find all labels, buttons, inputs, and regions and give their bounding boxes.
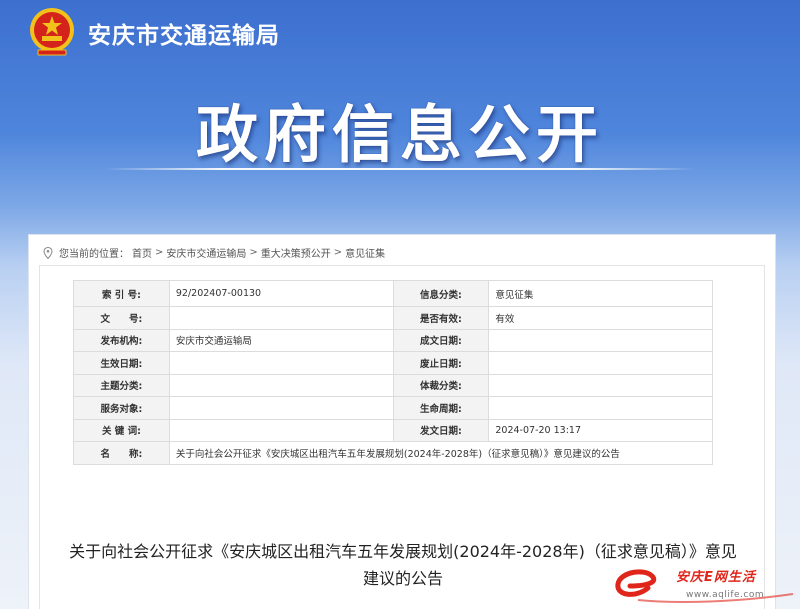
label-publisher: 发布机构:	[73, 328, 170, 352]
agency-name[interactable]: 安庆市交通运输局	[88, 16, 280, 50]
document-info-table: 索 引 号: 92/202407-00130 信息分类: 意见征集 文 号: 是…	[73, 280, 714, 465]
label-validity: 是否有效:	[392, 306, 490, 330]
label-doc-number: 文 号:	[73, 306, 170, 330]
label-topic-category: 主题分类:	[73, 373, 170, 397]
value-audience	[168, 396, 394, 420]
value-info-category: 意见征集	[488, 280, 713, 307]
value-validity: 有效	[488, 306, 713, 330]
label-info-category: 信息分类:	[392, 280, 490, 307]
watermark-text: 安庆E网生活	[676, 570, 756, 585]
value-doc-name: 关于向社会公开征求《安庆城区出租汽车五年发展规划(2024年-2028年)（征求…	[168, 441, 714, 465]
value-lifecycle	[488, 396, 713, 420]
table-row: 发布机构: 安庆市交通运输局 成文日期:	[73, 328, 713, 352]
breadcrumb-separator: >	[333, 247, 343, 258]
breadcrumb-item-agency[interactable]: 安庆市交通运输局	[166, 245, 246, 260]
breadcrumb: 您当前的位置： 首页 > 安庆市交通运输局 > 重大决策预公开 > 意见征集	[43, 245, 385, 260]
table-row: 文 号: 是否有效: 有效	[73, 306, 713, 330]
table-row: 服务对象: 生命周期:	[73, 396, 713, 420]
label-index-number: 索 引 号:	[73, 280, 170, 307]
table-row: 主题分类: 体裁分类:	[73, 373, 713, 397]
value-index-number: 92/202407-00130	[168, 280, 394, 307]
breadcrumb-separator: >	[155, 247, 164, 258]
value-issue-date: 2024-07-20 13:17	[488, 418, 713, 442]
breadcrumb-item-feedback[interactable]: 意见征集	[345, 245, 385, 260]
label-expiry-date: 废止日期:	[392, 351, 490, 375]
location-pin-icon	[43, 246, 53, 259]
value-topic-category	[168, 373, 394, 397]
table-row: 索 引 号: 92/202407-00130 信息分类: 意见征集	[73, 280, 713, 307]
value-doc-number	[168, 306, 394, 330]
label-issue-date: 发文日期:	[392, 418, 490, 442]
value-keywords	[168, 418, 394, 442]
label-effective-date: 生效日期:	[73, 351, 170, 375]
label-lifecycle: 生命周期:	[392, 396, 490, 420]
value-genre-category	[488, 373, 713, 397]
header-bar: 安庆市交通运输局	[0, 0, 800, 64]
table-row: 生效日期: 废止日期:	[73, 351, 713, 375]
label-written-date: 成文日期:	[392, 328, 490, 352]
banner-title: 政府信息公开	[195, 98, 604, 171]
label-keywords: 关 键 词:	[73, 418, 170, 442]
national-emblem-icon	[30, 8, 74, 56]
value-expiry-date	[488, 351, 713, 375]
value-publisher: 安庆市交通运输局	[168, 328, 394, 352]
table-row: 名 称: 关于向社会公开征求《安庆城区出租汽车五年发展规划(2024年-2028…	[73, 441, 714, 465]
value-effective-date	[168, 351, 394, 375]
table-row: 关 键 词: 发文日期: 2024-07-20 13:17	[73, 418, 713, 442]
breadcrumb-item-home[interactable]: 首页	[132, 245, 152, 260]
label-genre-category: 体裁分类:	[392, 373, 490, 397]
label-doc-name: 名 称:	[73, 441, 170, 465]
content-panel: 您当前的位置： 首页 > 安庆市交通运输局 > 重大决策预公开 > 意见征集 索…	[28, 234, 776, 609]
value-written-date	[488, 328, 713, 352]
breadcrumb-separator: >	[249, 247, 258, 258]
breadcrumb-item-decisions[interactable]: 重大决策预公开	[261, 245, 331, 260]
breadcrumb-prefix: 您当前的位置：	[59, 249, 129, 260]
label-audience: 服务对象:	[73, 396, 170, 420]
watermark-url: www.aqlife.com	[686, 590, 765, 600]
banner-divider	[104, 168, 696, 170]
